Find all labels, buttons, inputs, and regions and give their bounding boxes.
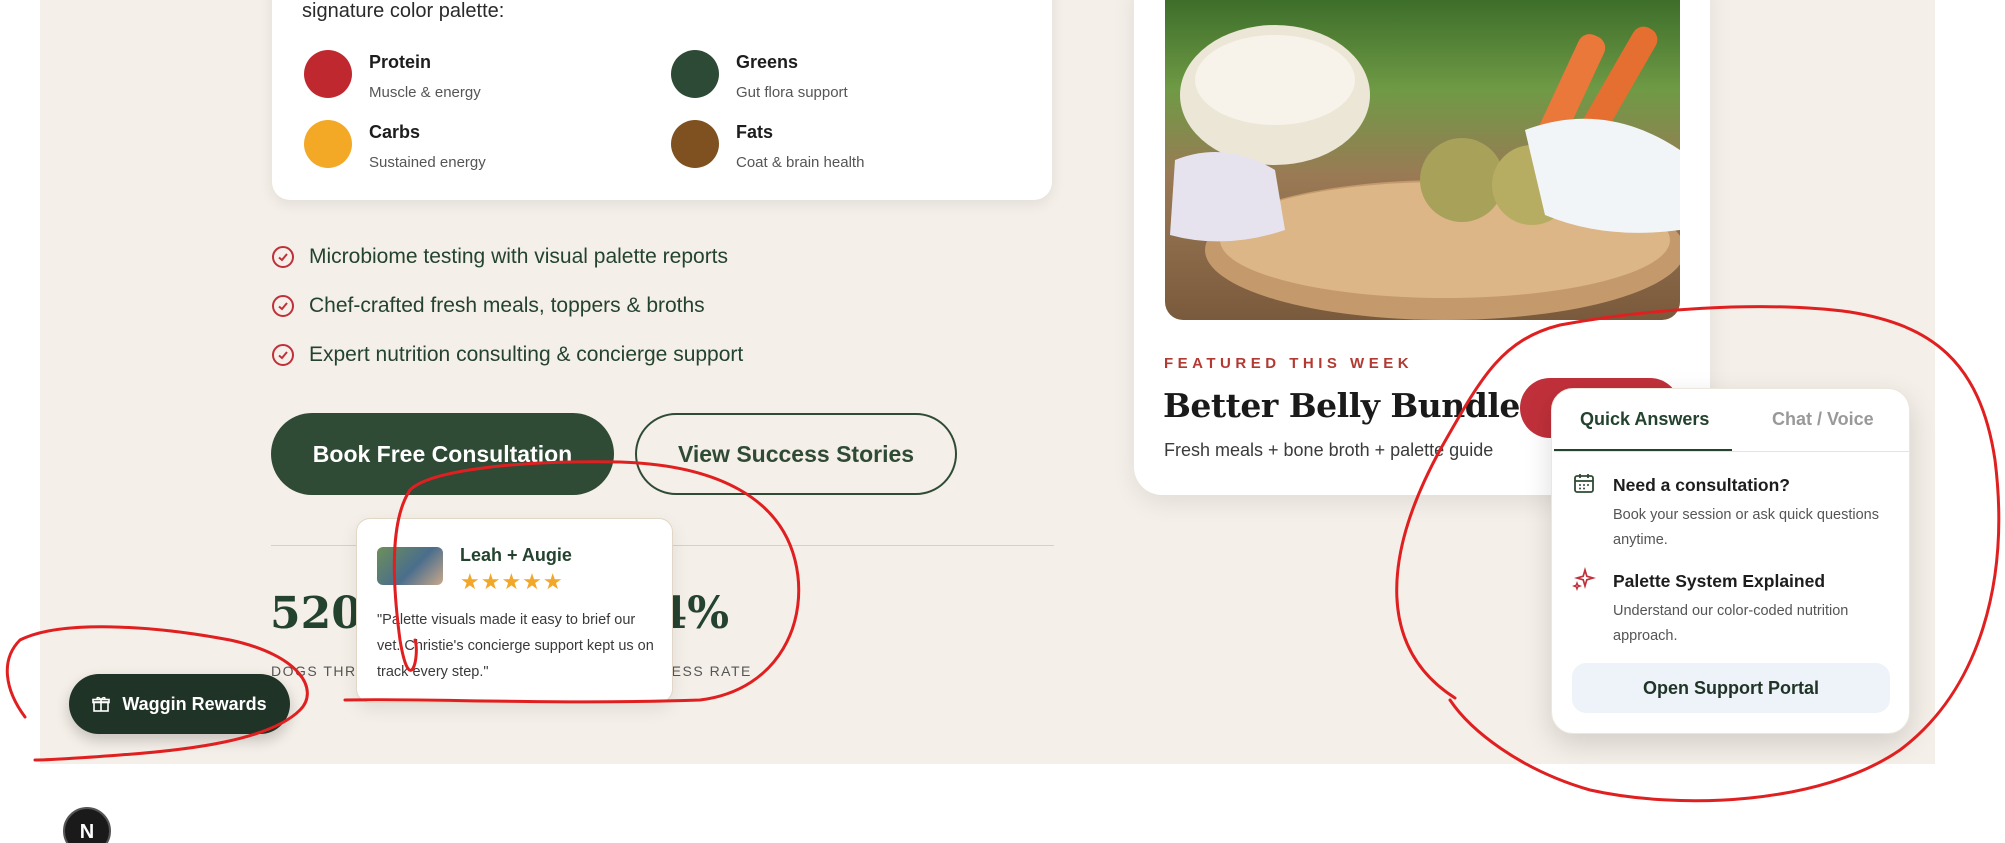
palette-item-subtitle: Coat & brain health: [736, 154, 865, 171]
feature-item: Expert nutrition consulting & concierge …: [272, 343, 743, 367]
palette-item-subtitle: Gut flora support: [736, 84, 848, 101]
palette-item-greens: Greens Gut flora support: [671, 50, 848, 101]
featured-image: [1165, 0, 1680, 320]
support-widget: Quick Answers Chat / Voice Need a consul…: [1551, 388, 1910, 734]
check-circle-icon: [272, 295, 294, 317]
feature-item: Microbiome testing with visual palette r…: [272, 245, 728, 269]
rewards-label: Waggin Rewards: [122, 693, 267, 714]
greens-swatch: [671, 50, 719, 98]
palette-intro: signature color palette:: [302, 0, 505, 22]
palette-item-fats: Fats Coat & brain health: [671, 120, 864, 171]
carbs-swatch: [304, 120, 352, 168]
tab-quick-answers[interactable]: Quick Answers: [1580, 409, 1709, 430]
testimonial-quote: "Palette visuals made it easy to brief o…: [377, 612, 654, 680]
palette-item-title: Carbs: [369, 122, 421, 142]
support-item-title[interactable]: Need a consultation?: [1613, 475, 1790, 496]
palette-item-carbs: Carbs Sustained energy: [304, 120, 486, 171]
palette-item-subtitle: Muscle & energy: [369, 84, 481, 101]
fats-swatch: [671, 120, 719, 168]
check-circle-icon: [272, 344, 294, 366]
palette-item-subtitle: Sustained energy: [369, 154, 486, 171]
palette-item-title: Protein: [369, 52, 432, 72]
feature-text: Chef-crafted fresh meals, toppers & brot…: [309, 294, 705, 317]
book-consultation-button[interactable]: Book Free Consultation: [271, 413, 614, 495]
protein-swatch: [304, 50, 352, 98]
palette-item-title: Fats: [736, 122, 774, 142]
feature-item: Chef-crafted fresh meals, toppers & brot…: [272, 294, 705, 318]
check-circle-icon: [272, 246, 294, 268]
support-item-text: Understand our color-coded nutrition app…: [1613, 603, 1849, 644]
palette-item-title: Greens: [736, 52, 799, 72]
testimonial-card: Leah + Augie ★★★★★ "Palette visuals made…: [356, 518, 673, 703]
view-success-stories-button[interactable]: View Success Stories: [635, 413, 957, 495]
star-rating-icon: ★★★★★: [460, 569, 564, 594]
waggin-rewards-button[interactable]: Waggin Rewards: [69, 674, 290, 734]
testimonial-avatar: [377, 547, 443, 585]
calendar-icon: [1574, 474, 1594, 493]
feature-text: Expert nutrition consulting & concierge …: [309, 343, 744, 366]
palette-item-protein: Protein Muscle & energy: [304, 50, 481, 101]
next-dev-badge[interactable]: N: [63, 807, 111, 843]
testimonial-name: Leah + Augie: [460, 545, 572, 565]
featured-subtitle: Fresh meals + bone broth + palette guide: [1164, 440, 1494, 460]
support-item-title[interactable]: Palette System Explained: [1613, 571, 1825, 592]
support-item-text: Book your session or ask quick questions…: [1613, 507, 1879, 548]
tab-divider: [1554, 451, 1909, 452]
featured-title: Better Belly Bundle: [1163, 386, 1520, 425]
tab-chat-voice[interactable]: Chat / Voice: [1772, 409, 1874, 430]
open-support-portal-button[interactable]: Open Support Portal: [1572, 663, 1890, 713]
sparkle-icon: [1572, 567, 1596, 591]
feature-text: Microbiome testing with visual palette r…: [309, 245, 729, 268]
gift-icon: [92, 696, 111, 712]
active-tab-indicator: [1554, 449, 1732, 451]
featured-kicker: FEATURED THIS WEEK: [1164, 355, 1414, 372]
